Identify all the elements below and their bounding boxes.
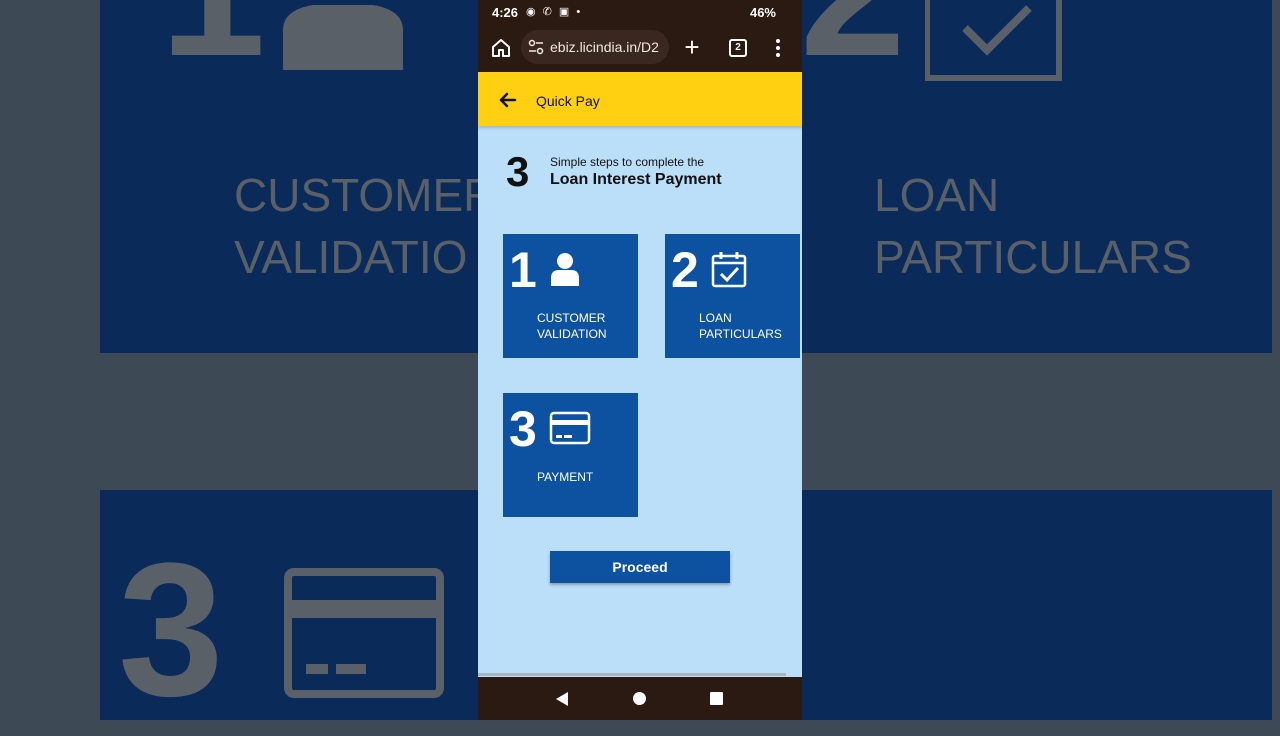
home-icon[interactable] [490, 37, 512, 59]
step-card-customer-validation[interactable]: 1 CUSTOMER VALIDATION [503, 234, 638, 358]
status-time: 4:26 [492, 5, 519, 20]
address-bar[interactable]: ebiz.licindia.in/D2 [521, 30, 669, 64]
background-label-loan: LOAN PARTICULARS [874, 169, 1192, 283]
nav-recents-icon[interactable] [710, 692, 723, 705]
more-menu-icon[interactable] [775, 37, 781, 59]
background-step-number: 2 [800, 0, 906, 85]
background-user-icon [283, 5, 403, 70]
nav-home-icon[interactable] [633, 692, 646, 705]
site-settings-icon[interactable] [528, 39, 544, 55]
step-label: LOAN PARTICULARS [699, 311, 782, 341]
step-label: PAYMENT [537, 470, 594, 484]
step-card-payment[interactable]: 3 PAYMENT [503, 393, 638, 517]
credit-card-icon [549, 411, 591, 445]
step-label: CUSTOMER VALIDATION [537, 311, 607, 341]
steps-subtitle: Simple steps to complete the [550, 155, 705, 169]
step-number: 1 [509, 242, 537, 298]
step-number: 3 [509, 401, 537, 457]
background-label-customer: CUSTOMER VALIDATIO [234, 169, 497, 283]
background-card-icon [284, 568, 444, 698]
proceed-button[interactable]: Proceed [550, 551, 730, 583]
background-calendar-icon [925, 0, 1062, 81]
android-nav-bar [478, 677, 802, 720]
background-step-number: 3 [118, 524, 224, 736]
step-card-loan-particulars[interactable]: 2 LOAN PARTICULARS [665, 234, 800, 358]
browser-toolbar: ebiz.licindia.in/D2 + 2 [478, 26, 802, 72]
url-text: ebiz.licindia.in/D2 [550, 39, 659, 55]
phone-screen: 4:26 ◉ ✆ ▣ • 46% ebiz.licindia.in/D2 + 2 [478, 0, 802, 720]
steps-count: 3 [506, 148, 530, 195]
steps-heading: Loan Interest Payment [550, 171, 722, 188]
nav-back-icon[interactable] [555, 691, 569, 707]
battery-level: 46% [749, 5, 776, 20]
new-tab-button[interactable]: + [681, 34, 703, 60]
background-step-number: 1 [160, 0, 266, 85]
user-icon [551, 253, 579, 286]
app-bar: Quick Pay [478, 72, 802, 126]
step-number: 2 [671, 242, 699, 298]
calendar-check-icon [711, 252, 747, 288]
back-arrow-icon[interactable] [498, 90, 518, 110]
page-title: Quick Pay [536, 93, 600, 109]
status-bar: 4:26 ◉ ✆ ▣ • 46% [478, 0, 802, 26]
notification-icons: ◉ ✆ ▣ • [526, 6, 583, 18]
scroll-indicator [478, 673, 786, 676]
tab-switcher-button[interactable]: 2 [729, 39, 747, 57]
